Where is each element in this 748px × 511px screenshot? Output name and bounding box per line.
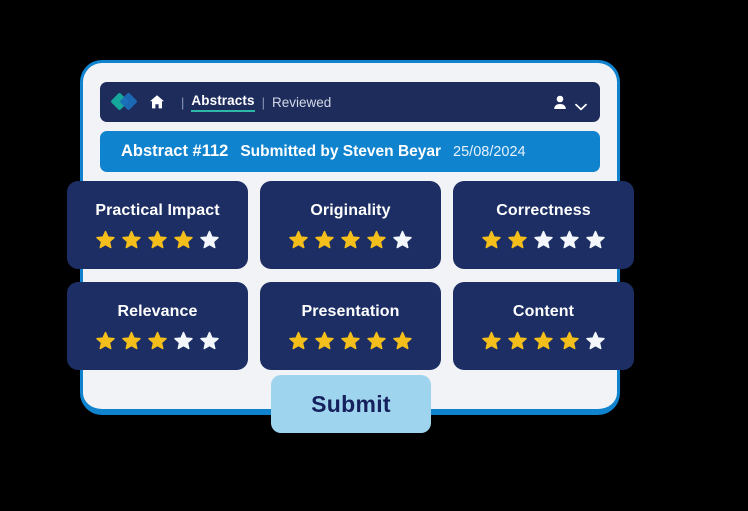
star-filled-icon[interactable]: [122, 331, 141, 350]
abstract-date: 25/08/2024: [453, 143, 526, 160]
rating-card-label: Presentation: [301, 302, 400, 320]
star-filled-icon[interactable]: [482, 230, 501, 249]
star-empty-icon[interactable]: [560, 230, 579, 249]
rating-card-correctness[interactable]: Correctness: [453, 181, 634, 269]
app-root: | Abstracts | Reviewed Abstract #112 Sub…: [0, 0, 748, 511]
star-filled-icon[interactable]: [508, 331, 527, 350]
chevron-down-icon[interactable]: [575, 98, 587, 111]
star-rating[interactable]: [289, 331, 412, 350]
rating-card-label: Content: [512, 302, 575, 320]
star-filled-icon[interactable]: [289, 230, 308, 249]
star-empty-icon[interactable]: [586, 331, 605, 350]
star-filled-icon[interactable]: [289, 331, 308, 350]
abstract-banner: Abstract #112 Submitted by Steven Beyar …: [100, 131, 600, 172]
star-rating[interactable]: [482, 230, 605, 249]
rating-card-relevance[interactable]: Relevance: [67, 282, 248, 370]
rating-card-label: Originality: [310, 201, 391, 219]
star-empty-icon[interactable]: [393, 230, 412, 249]
star-filled-icon[interactable]: [96, 230, 115, 249]
abstract-submitter: Submitted by Steven Beyar: [240, 142, 442, 160]
rating-card-practical-impact[interactable]: Practical Impact: [67, 181, 248, 269]
star-empty-icon[interactable]: [200, 331, 219, 350]
breadcrumb-separator-2: |: [261, 94, 265, 110]
star-rating[interactable]: [482, 331, 605, 350]
breadcrumb-separator-1: |: [181, 94, 185, 110]
star-filled-icon[interactable]: [482, 331, 501, 350]
star-filled-icon[interactable]: [315, 331, 334, 350]
home-icon[interactable]: [149, 94, 165, 110]
submit-button[interactable]: Submit: [271, 375, 431, 433]
rating-card-originality[interactable]: Originality: [260, 181, 441, 269]
star-filled-icon[interactable]: [148, 331, 167, 350]
star-filled-icon[interactable]: [341, 331, 360, 350]
rating-cards-grid: Practical Impact Originality Correctness…: [67, 181, 636, 370]
star-rating[interactable]: [96, 230, 219, 249]
rating-card-presentation[interactable]: Presentation: [260, 282, 441, 370]
star-filled-icon[interactable]: [122, 230, 141, 249]
rating-card-content[interactable]: Content: [453, 282, 634, 370]
star-rating[interactable]: [96, 331, 219, 350]
user-icon[interactable]: [553, 95, 567, 110]
star-filled-icon[interactable]: [367, 331, 386, 350]
star-filled-icon[interactable]: [174, 230, 193, 249]
star-rating[interactable]: [289, 230, 412, 249]
star-filled-icon[interactable]: [508, 230, 527, 249]
star-filled-icon[interactable]: [96, 331, 115, 350]
star-empty-icon[interactable]: [534, 230, 553, 249]
star-empty-icon[interactable]: [174, 331, 193, 350]
abstract-id: Abstract #112: [121, 142, 229, 160]
star-filled-icon[interactable]: [560, 331, 579, 350]
navbar-user-menu[interactable]: [553, 95, 587, 111]
star-filled-icon[interactable]: [367, 230, 386, 249]
star-empty-icon[interactable]: [200, 230, 219, 249]
nav-link-reviewed[interactable]: Reviewed: [272, 95, 331, 110]
rating-card-label: Practical Impact: [95, 201, 220, 219]
navbar: | Abstracts | Reviewed: [100, 82, 600, 122]
rating-card-label: Correctness: [496, 201, 591, 219]
star-filled-icon[interactable]: [315, 230, 334, 249]
star-filled-icon[interactable]: [393, 331, 412, 350]
star-filled-icon[interactable]: [534, 331, 553, 350]
star-filled-icon[interactable]: [148, 230, 167, 249]
double-diamond-logo-icon[interactable]: [110, 92, 139, 112]
star-empty-icon[interactable]: [586, 230, 605, 249]
rating-card-label: Relevance: [117, 302, 198, 320]
star-filled-icon[interactable]: [341, 230, 360, 249]
nav-link-abstracts[interactable]: Abstracts: [191, 93, 255, 112]
